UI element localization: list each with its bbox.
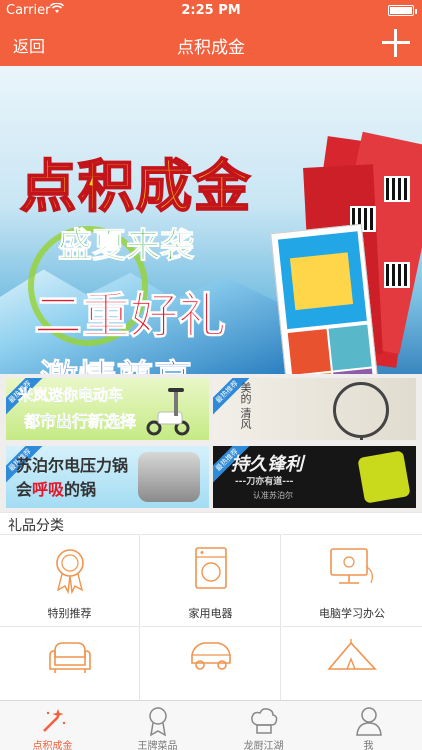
promo-title: 持久锋利	[231, 454, 303, 475]
battery-icon	[388, 5, 417, 16]
tab-label: 点积成金	[32, 741, 73, 750]
subtitle-suffix: 的锅	[64, 480, 97, 499]
qr-code-image	[384, 262, 410, 288]
page-title: 点积成金	[177, 38, 245, 58]
monitor-icon	[330, 548, 373, 584]
battery-fill	[390, 7, 412, 14]
promo-subtitle: 都市出行新选择	[24, 412, 137, 432]
category-furniture[interactable]	[0, 626, 140, 700]
tab-label: 我	[363, 741, 374, 750]
promo-caption: 认准苏泊尔	[253, 491, 293, 500]
category-header: 礼品分类	[0, 512, 422, 534]
category-heading: 礼品分类	[8, 518, 64, 534]
category-home-appliances[interactable]: 家用电器	[141, 534, 281, 626]
promo-fan[interactable]: 最热推荐 美的 清风	[213, 378, 416, 440]
category-label: 电脑学习办公	[319, 607, 385, 620]
magic-wand-icon	[42, 709, 65, 732]
sofa-icon	[48, 642, 91, 673]
subtitle-prefix: 会	[16, 480, 33, 499]
tab-chef-world[interactable]: 龙厨江湖	[211, 701, 316, 750]
status-time: 2:25 PM	[181, 3, 241, 18]
promo-title: 米岚迷你电动车	[18, 386, 124, 405]
header-bar: Carrier 2:25 PM 返回 点积成金	[0, 0, 422, 66]
category-special-recommend[interactable]: 特别推荐	[0, 534, 140, 626]
medal-icon	[148, 707, 167, 737]
status-bar: Carrier 2:25 PM	[0, 0, 422, 22]
award-ribbon-icon	[55, 549, 84, 595]
promo-subtitle: 会呼吸的锅	[16, 476, 96, 500]
category-grid: 特别推荐 家用电器 电脑学习办公	[0, 534, 422, 700]
tab-signature-dishes[interactable]: 王牌菜品	[105, 701, 210, 750]
hero-banner[interactable]: 点积成金 盛夏来袭 二重好礼 激情尊享	[0, 66, 422, 374]
chef-hat-icon	[250, 708, 277, 734]
cooker-image	[138, 452, 200, 502]
fan-image	[333, 382, 389, 440]
tab-label: 王牌菜品	[137, 741, 178, 750]
scooter-image	[146, 388, 190, 436]
promo-pressure-cooker[interactable]: 最热推荐 苏泊尔电压力锅 会呼吸的锅	[6, 446, 209, 508]
tab-me[interactable]: 我	[316, 701, 421, 750]
hero-headline: 点积成金	[19, 154, 252, 221]
plus-icon[interactable]	[382, 29, 410, 57]
category-label: 家用电器	[188, 607, 233, 620]
hero-line2: 盛夏来袭	[58, 226, 195, 267]
subtitle-highlight: 呼吸	[32, 480, 65, 499]
category-outdoor[interactable]	[282, 626, 422, 700]
washing-machine-icon	[194, 547, 227, 589]
promo-title: 美的 清风	[239, 382, 252, 430]
category-automotive[interactable]	[141, 626, 281, 700]
person-icon	[355, 707, 382, 736]
promo-scooter[interactable]: 最热推荐 米岚迷你电动车 都市出行新选择	[6, 378, 209, 440]
qr-code-image	[384, 176, 410, 202]
knife-image	[357, 450, 411, 504]
promo-title: 苏泊尔电压力锅	[16, 456, 129, 475]
promo-knives[interactable]: 最热推荐 持久锋利 ---刀亦有道--- 认准苏泊尔	[213, 446, 416, 508]
tab-points-to-gold[interactable]: 点积成金	[0, 701, 105, 750]
category-computer-office[interactable]: 电脑学习办公	[282, 534, 422, 626]
promo-subtitle: ---刀亦有道---	[235, 477, 294, 487]
tab-bar: 点积成金 王牌菜品 龙厨江湖 我	[0, 700, 422, 750]
tent-icon	[327, 639, 377, 670]
promo-grid: 最热推荐 米岚迷你电动车 都市出行新选择 最热推荐 美的 清风 最热推荐 苏泊尔…	[0, 374, 422, 512]
car-icon	[190, 642, 231, 670]
phone-grid	[287, 324, 377, 374]
phone-screen	[277, 231, 367, 330]
tab-label: 龙厨江湖	[243, 741, 284, 750]
hero-line3: 二重好礼	[33, 288, 227, 345]
category-label: 特别推荐	[47, 607, 92, 620]
hero-line4: 激情尊享	[39, 348, 192, 375]
